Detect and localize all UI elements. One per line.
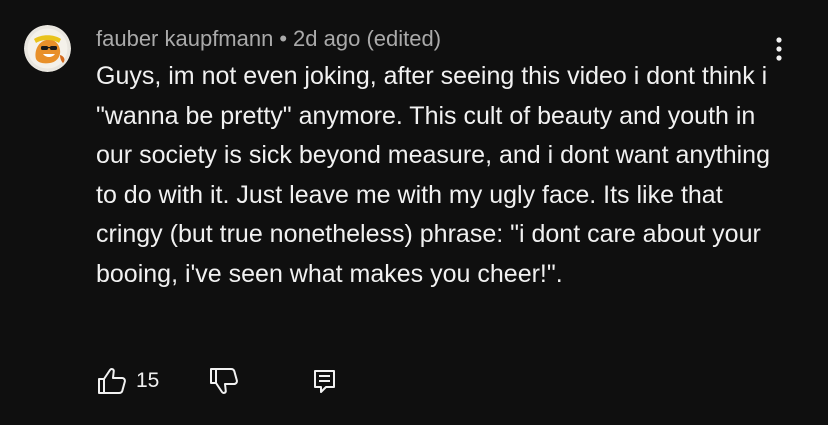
avatar[interactable]: [24, 25, 71, 72]
author-name[interactable]: fauber kaupfmann: [96, 26, 273, 51]
dislike-button[interactable]: [208, 364, 240, 398]
reply-button[interactable]: [312, 364, 338, 398]
thumbs-down-icon: [210, 368, 238, 394]
comment-thread: fauber kaupfmann • 2d ago (edited) Guys, i…: [0, 0, 828, 425]
thumbs-up-icon: [98, 368, 126, 394]
reply-comment-icon: [314, 370, 335, 393]
comment-meta: fauber kaupfmann • 2d ago (edited): [96, 24, 441, 54]
comment-text: Guys, im not even joking, after seeing t…: [96, 62, 770, 288]
cheetos-avatar-icon: [24, 25, 71, 72]
like-button[interactable]: 15: [96, 364, 159, 398]
like-count: 15: [136, 369, 160, 392]
meta-separator: •: [279, 26, 288, 51]
comment-timestamp[interactable]: 2d ago (edited): [293, 26, 441, 51]
